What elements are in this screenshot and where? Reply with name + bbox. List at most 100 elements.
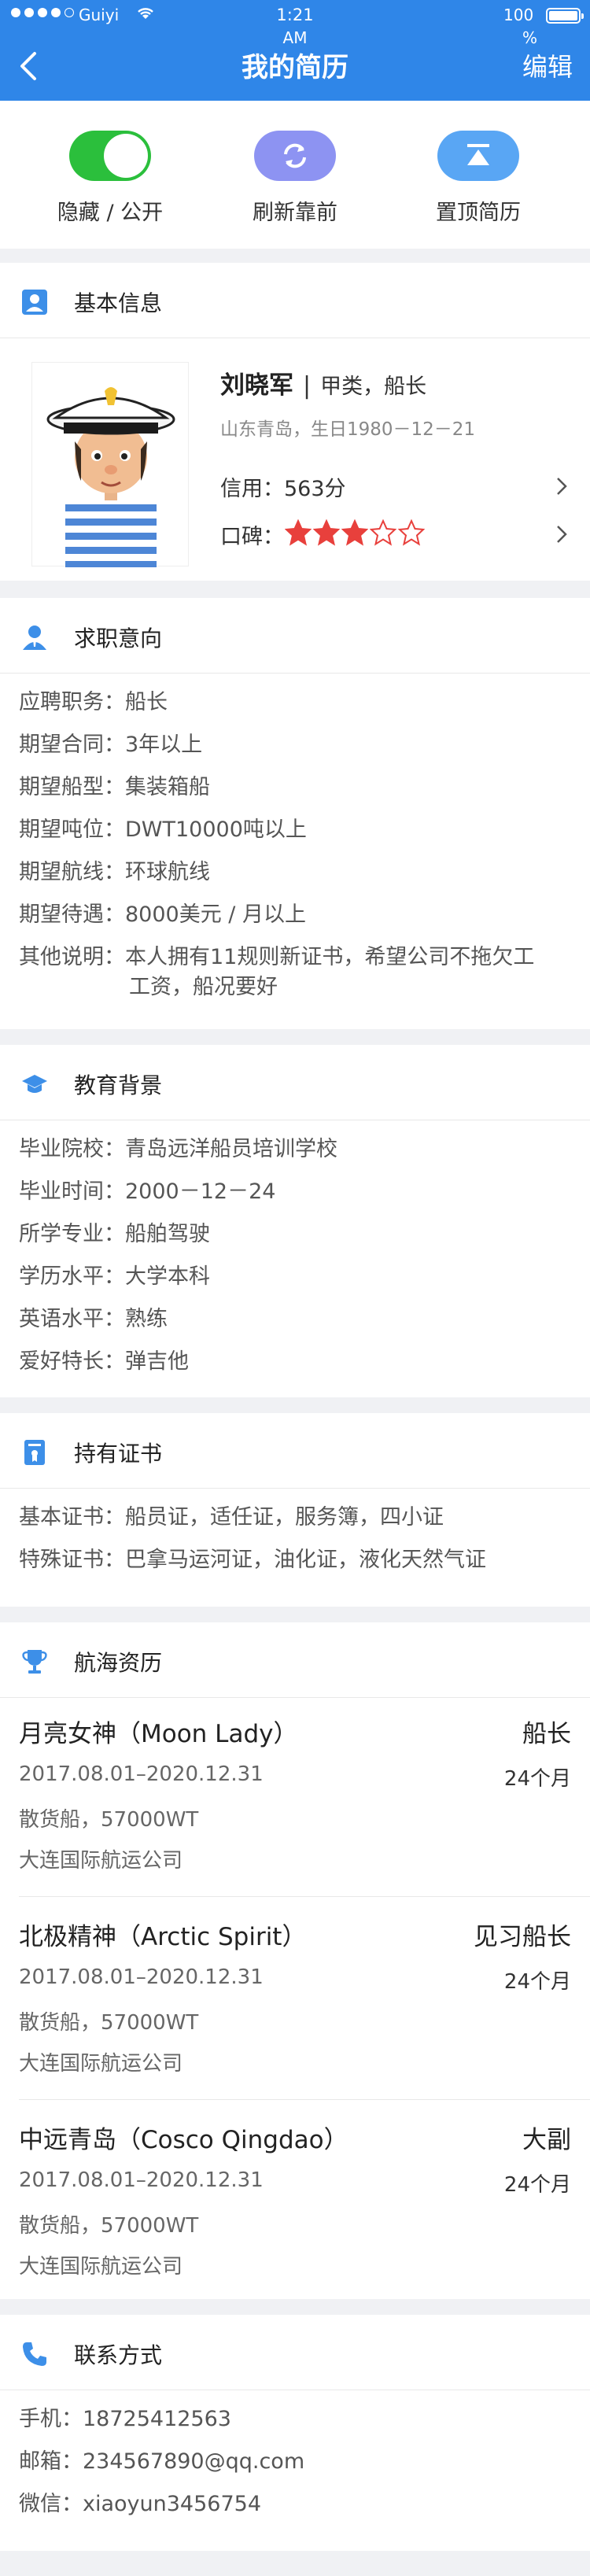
info-row: 毕业院校：青岛远洋船员培训学校 — [19, 1137, 337, 1161]
certificate-icon — [24, 1440, 45, 1465]
battery-percent: 100 — [503, 6, 534, 24]
signal-icon — [11, 8, 74, 17]
basic-info-section: 基本信息 刘晓军 | 甲类，船长 山东青岛，生日1980－12－21 信用：563分… — [0, 263, 590, 581]
rank: 船长 — [522, 1720, 571, 1748]
rank: 见习船长 — [474, 1923, 571, 1951]
carrier-name: Guiyi — [79, 6, 120, 24]
star-empty-icon — [370, 519, 396, 546]
info-row: 应聘职务：船长 — [19, 690, 168, 714]
job-intent-section: 求职意向 应聘职务：船长 期望合同：3年以上 期望船型：集装箱船 期望吨位：DW… — [0, 598, 590, 1029]
duration: 24个月 — [503, 1970, 571, 1994]
section-title: 求职意向 — [74, 626, 163, 651]
duration: 24个月 — [503, 2173, 571, 2197]
experience-item[interactable]: 月亮女神（Moon Lady） 船长 2017.08.01–2020.12.31… — [19, 1714, 571, 1873]
period: 2017.08.01–2020.12.31 — [19, 1965, 264, 1989]
info-row: 毕业时间：2000－12－24 — [19, 1179, 276, 1204]
info-row: 英语水平：熟练 — [19, 1307, 168, 1331]
star-empty-icon — [398, 519, 425, 546]
wifi-icon — [138, 8, 153, 19]
wechat-row[interactable]: 微信：xiaoyun3456754 — [19, 2489, 261, 2519]
edit-button[interactable]: 编辑 — [522, 47, 573, 83]
star-filled-icon — [285, 519, 312, 546]
rank: 大副 — [522, 2126, 571, 2154]
star-filled-icon — [341, 519, 368, 546]
avatar — [31, 362, 189, 567]
phone-icon — [23, 2342, 46, 2366]
info-row: 爱好特长：弹吉他 — [19, 1349, 189, 1374]
chevron-right-icon — [557, 526, 567, 543]
pin-top-icon[interactable] — [437, 131, 519, 181]
hide-public-action[interactable]: 隐藏 / 公开 — [31, 131, 189, 226]
section-header: 求职意向 — [0, 598, 590, 674]
status-bar: Guiyi 1:21 AM 100 % — [0, 0, 590, 47]
section-header: 航海资历 — [0, 1622, 590, 1698]
reputation-stars — [285, 519, 425, 546]
contact-section: 联系方式 手机：18725412563 邮箱：234567890@qq.com … — [0, 2315, 590, 2551]
ship-type: 散货船，57000WT — [19, 2214, 199, 2238]
chevron-right-icon — [557, 478, 567, 495]
ship-type: 散货船，57000WT — [19, 2011, 199, 2035]
duration: 24个月 — [503, 1767, 571, 1791]
section-header: 教育背景 — [0, 1045, 590, 1120]
refresh-label: 刷新靠前 — [253, 201, 337, 225]
pin-top-action[interactable]: 置顶简历 — [400, 131, 557, 226]
app-header: Guiyi 1:21 AM 100 % 我的简历 编辑 — [0, 0, 590, 101]
visibility-toggle[interactable] — [69, 131, 151, 181]
credit-score: 信用：563分 — [220, 477, 346, 501]
info-row: 期望船型：集装箱船 — [19, 775, 210, 799]
refresh-action[interactable]: 刷新靠前 — [216, 131, 374, 226]
info-row: 基本证书：船员证，适任证，服务簿，四小证 — [19, 1505, 444, 1530]
star-filled-icon — [313, 519, 340, 546]
action-bar: 隐藏 / 公开 刷新靠前 置顶简历 — [0, 101, 590, 249]
info-row: 期望吨位：DWT10000吨以上 — [19, 817, 307, 842]
section-title: 航海资历 — [74, 1650, 163, 1676]
info-row: 期望合同：3年以上 — [19, 733, 203, 757]
ship-type: 散货船，57000WT — [19, 1808, 199, 1832]
info-row: 特殊证书：巴拿马运河证，油化证，液化天然气证 — [19, 1548, 486, 1572]
status-ampm: AM — [282, 28, 308, 47]
credit-row[interactable]: 信用：563分 — [220, 471, 574, 502]
experience-item[interactable]: 北极精神（Arctic Spirit） 见习船长 2017.08.01–2020… — [19, 1917, 571, 2076]
status-time: 1:21 — [276, 6, 314, 24]
reputation-row[interactable]: 口碑： — [220, 519, 574, 550]
company: 大连国际航运公司 — [19, 1849, 183, 1873]
section-title: 联系方式 — [74, 2342, 163, 2368]
info-row-continued: 工资，船况要好 — [129, 975, 278, 999]
education-section: 教育背景 毕业院校：青岛远洋船员培训学校 毕业时间：2000－12－24 所学专… — [0, 1045, 590, 1397]
battery-percent-sign: % — [522, 28, 538, 47]
ship-name: 中远青岛（Cosco Qingdao） — [19, 2126, 348, 2154]
certificates-section: 持有证书 基本证书：船员证，适任证，服务簿，四小证 特殊证书：巴拿马运河证，油化… — [0, 1413, 590, 1607]
place-birthday: 山东青岛，生日1980－12－21 — [220, 419, 476, 440]
trophy-icon — [22, 1650, 47, 1674]
divider — [19, 2099, 590, 2100]
name-separator: | — [303, 372, 312, 400]
info-row: 学历水平：大学本科 — [19, 1264, 210, 1289]
email-row[interactable]: 邮箱：234567890@qq.com — [19, 2447, 304, 2477]
info-row: 所学专业：船舶驾驶 — [19, 1222, 210, 1246]
name-row: 刘晓军 | 甲类，船长 — [220, 365, 426, 400]
user-role: 甲类，船长 — [320, 375, 427, 399]
page-title: 我的简历 — [242, 52, 348, 83]
divider — [19, 1896, 590, 1897]
company: 大连国际航运公司 — [19, 2255, 183, 2279]
section-header: 持有证书 — [0, 1413, 590, 1489]
ship-name: 月亮女神（Moon Lady） — [19, 1720, 298, 1748]
phone-row[interactable]: 手机：18725412563 — [19, 2404, 231, 2434]
period: 2017.08.01–2020.12.31 — [19, 2168, 264, 2192]
section-header: 联系方式 — [0, 2315, 590, 2390]
info-row: 其他说明：本人拥有11规则新证书，希望公司不拖欠工 — [19, 945, 535, 969]
hide-public-label: 隐藏 / 公开 — [57, 201, 164, 225]
refresh-icon[interactable] — [254, 131, 336, 181]
pin-top-label: 置顶简历 — [436, 201, 521, 225]
experience-item[interactable]: 中远青岛（Cosco Qingdao） 大副 2017.08.01–2020.1… — [19, 2120, 571, 2279]
sea-experience-section: 航海资历 月亮女神（Moon Lady） 船长 2017.08.01–2020.… — [0, 1622, 590, 2299]
user-name: 刘晓军 — [220, 371, 293, 400]
section-header: 基本信息 — [0, 263, 590, 338]
section-title: 教育背景 — [74, 1072, 163, 1098]
person-card-icon — [22, 290, 47, 315]
company: 大连国际航运公司 — [19, 2052, 183, 2076]
reputation-label: 口碑： — [220, 525, 284, 549]
person-icon — [23, 626, 46, 650]
graduation-cap-icon — [22, 1075, 47, 1093]
battery-icon — [546, 8, 584, 24]
